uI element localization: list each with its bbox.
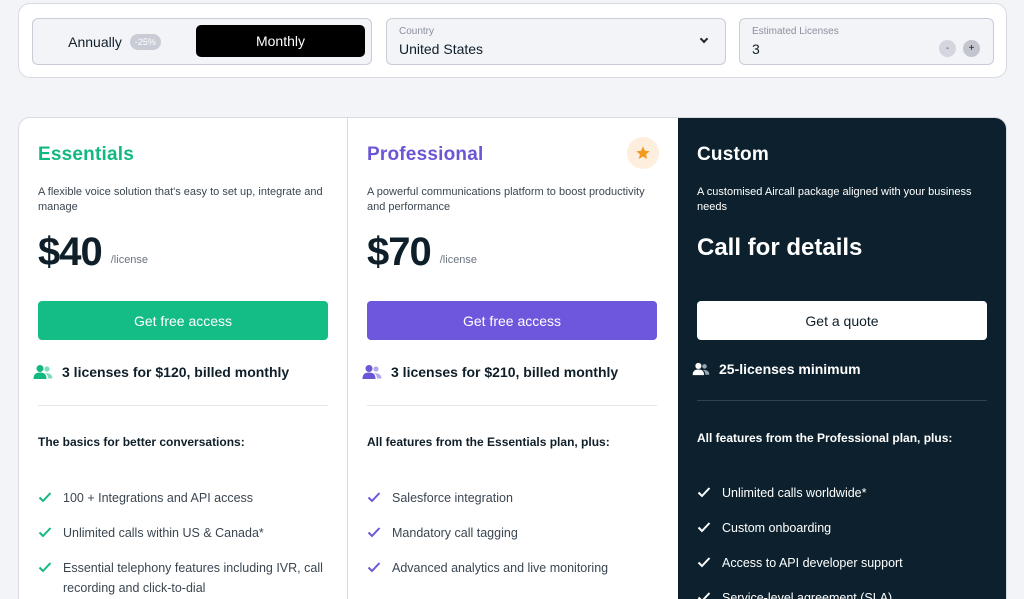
plan-card-essentials: Essentials A flexible voice solution tha… (19, 118, 348, 599)
license-summary: 25-licenses minimum (692, 361, 861, 377)
feature-item: Custom onboarding (697, 518, 987, 538)
call-for-details: Call for details (697, 234, 863, 261)
feature-text: Unlimited calls within US & Canada* (63, 526, 264, 540)
country-select[interactable]: Country United States (386, 18, 726, 65)
check-icon (367, 527, 381, 538)
plan-price: $40 /license (38, 230, 148, 274)
increment-button[interactable]: + (963, 40, 980, 57)
divider (38, 405, 328, 406)
check-icon (697, 592, 711, 599)
billing-period-toggle: Annually -25% Monthly (32, 18, 372, 65)
check-icon (367, 562, 381, 573)
check-icon (697, 557, 711, 568)
star-icon (636, 146, 650, 159)
feature-text: Unlimited calls worldwide* (722, 486, 867, 500)
licenses-label: Estimated Licenses (752, 26, 839, 37)
annually-option[interactable]: Annually -25% (33, 19, 196, 64)
get-free-access-button[interactable]: Get free access (367, 301, 657, 340)
divider (367, 405, 657, 406)
feature-item: Unlimited calls within US & Canada* (38, 523, 328, 543)
get-free-access-button[interactable]: Get free access (38, 301, 328, 340)
check-icon (697, 522, 711, 533)
users-icon (33, 365, 53, 379)
feature-text: Advanced analytics and live monitoring (392, 561, 609, 575)
check-icon (367, 492, 381, 503)
plan-title: Custom (697, 144, 769, 165)
plan-description: A flexible voice solution that's easy to… (38, 186, 323, 213)
feature-list: Unlimited calls worldwide* Custom onboar… (697, 483, 987, 599)
country-label: Country (399, 26, 435, 37)
feature-list: Salesforce integration Mandatory call ta… (367, 488, 657, 593)
plan-price: $70 /license (367, 230, 477, 274)
feature-item: Advanced analytics and live monitoring (367, 558, 657, 578)
check-icon (697, 487, 711, 498)
check-icon (38, 527, 52, 538)
price-amount: $70 (367, 230, 432, 274)
feature-text: Access to API developer support (722, 556, 903, 570)
users-icon (362, 365, 382, 379)
get-a-quote-button[interactable]: Get a quote (697, 301, 987, 340)
price-unit: /license (439, 254, 478, 266)
feature-text: Custom onboarding (722, 521, 832, 535)
features-heading: All features from the Essentials plan, p… (367, 435, 610, 449)
check-icon (38, 562, 52, 573)
plan-description: A customised Aircall package aligned wit… (697, 186, 972, 213)
license-summary-text: 3 licenses for $120, billed monthly (62, 364, 290, 380)
price-unit: /license (110, 254, 149, 266)
feature-item: Essential telephony features including I… (38, 558, 328, 598)
features-heading: All features from the Professional plan,… (697, 431, 953, 445)
users-icon (692, 362, 710, 376)
feature-text: 100 + Integrations and API access (63, 491, 254, 505)
license-summary: 3 licenses for $120, billed monthly (33, 364, 289, 380)
feature-item: 100 + Integrations and API access (38, 488, 328, 508)
plan-title: Professional (367, 144, 484, 165)
price-amount: $40 (38, 230, 103, 274)
feature-text: Salesforce integration (392, 491, 513, 505)
popular-badge (627, 137, 659, 169)
check-icon (38, 492, 52, 503)
licenses-field[interactable]: Estimated Licenses 3 - + (739, 18, 994, 65)
country-value: United States (399, 41, 484, 57)
feature-text: Service-level agreement (SLA) (722, 591, 893, 599)
feature-item: Mandatory call tagging (367, 523, 657, 543)
pricing-controls: Annually -25% Monthly Country United Sta… (18, 3, 1007, 78)
monthly-option[interactable]: Monthly (196, 25, 365, 57)
divider (697, 400, 987, 401)
decrement-button[interactable]: - (939, 40, 956, 57)
plan-description: A powerful communications platform to bo… (367, 186, 645, 213)
feature-item: Service-level agreement (SLA) (697, 588, 987, 599)
feature-text: Essential telephony features including I… (63, 561, 323, 595)
plan-card-professional: Professional A powerful communications p… (348, 118, 678, 599)
license-summary-text: 25-licenses minimum (719, 361, 861, 377)
feature-item: Salesforce integration (367, 488, 657, 508)
license-summary-text: 3 licenses for $210, billed monthly (391, 364, 619, 380)
feature-item: Access to API developer support (697, 553, 987, 573)
plan-card-custom: Custom A customised Aircall package alig… (678, 118, 1006, 599)
features-heading: The basics for better conversations: (38, 435, 245, 449)
plan-title: Essentials (38, 144, 134, 165)
license-summary: 3 licenses for $210, billed monthly (362, 364, 618, 380)
discount-badge: -25% (129, 33, 161, 50)
feature-text: Mandatory call tagging (392, 526, 518, 540)
annually-label: Annually (68, 33, 122, 50)
feature-item: Unlimited calls worldwide* (697, 483, 987, 503)
pricing-cards: Essentials A flexible voice solution tha… (18, 117, 1007, 599)
feature-list: 100 + Integrations and API access Unlimi… (38, 488, 328, 599)
